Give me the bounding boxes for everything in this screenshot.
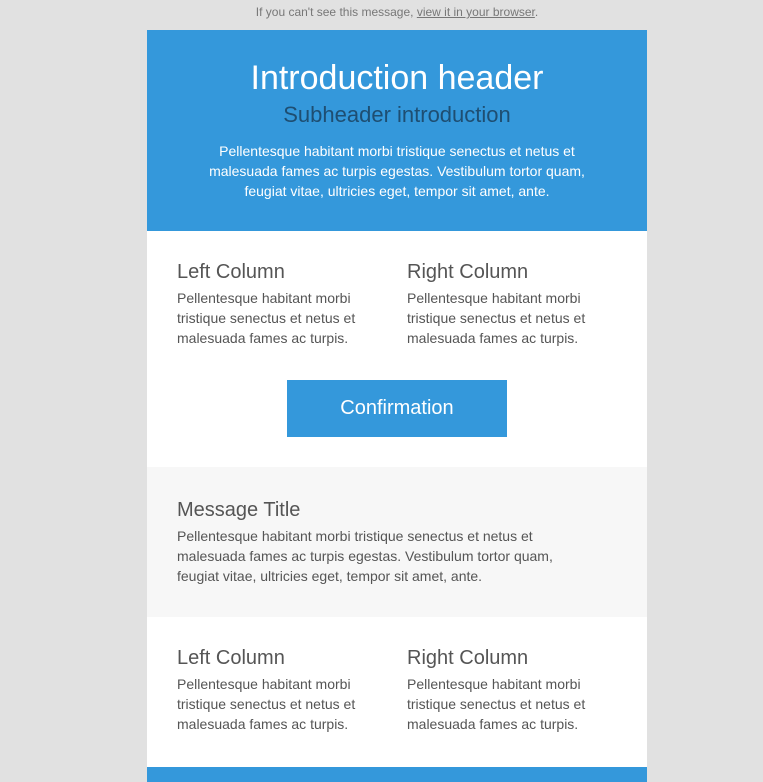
preheader-text: If you can't see this message, bbox=[255, 5, 414, 19]
two-column-section-1: Left Column Pellentesque habitant morbi … bbox=[147, 231, 647, 467]
left-column-2: Left Column Pellentesque habitant morbi … bbox=[177, 646, 377, 734]
confirmation-button[interactable]: Confirmation bbox=[287, 380, 507, 437]
left-column-1: Left Column Pellentesque habitant morbi … bbox=[177, 260, 377, 348]
hero-section: Introduction header Subheader introducti… bbox=[147, 30, 647, 231]
preheader: If you can't see this message, view it i… bbox=[0, 4, 763, 20]
footer-bar bbox=[147, 767, 647, 782]
hero-body: Pellentesque habitant morbi tristique se… bbox=[209, 143, 585, 199]
left-column-body: Pellentesque habitant morbi tristique se… bbox=[177, 290, 356, 346]
right-column-1: Right Column Pellentesque habitant morbi… bbox=[407, 260, 607, 348]
message-section: Message Title Pellentesque habitant morb… bbox=[147, 467, 647, 617]
message-title: Message Title bbox=[177, 499, 301, 521]
view-in-browser-link[interactable]: view it in your browser bbox=[417, 5, 535, 19]
two-column-section-2: Left Column Pellentesque habitant morbi … bbox=[147, 617, 647, 767]
right-column-2: Right Column Pellentesque habitant morbi… bbox=[407, 646, 607, 734]
hero-subtitle: Subheader introduction bbox=[283, 102, 511, 127]
left-column-body: Pellentesque habitant morbi tristique se… bbox=[177, 676, 356, 732]
left-column-title: Left Column bbox=[177, 647, 285, 669]
message-content: Message Title Pellentesque habitant morb… bbox=[177, 498, 597, 586]
right-column-title: Right Column bbox=[407, 647, 529, 669]
preheader-trailing: . bbox=[534, 5, 539, 19]
right-column-title: Right Column bbox=[407, 261, 529, 283]
message-body: Pellentesque habitant morbi tristique se… bbox=[177, 528, 553, 584]
email-container: Introduction header Subheader introducti… bbox=[147, 30, 647, 782]
right-column-body: Pellentesque habitant morbi tristique se… bbox=[407, 290, 586, 346]
left-column-title: Left Column bbox=[177, 261, 285, 283]
right-column-body: Pellentesque habitant morbi tristique se… bbox=[407, 676, 586, 732]
hero-title: Introduction header bbox=[250, 59, 544, 97]
